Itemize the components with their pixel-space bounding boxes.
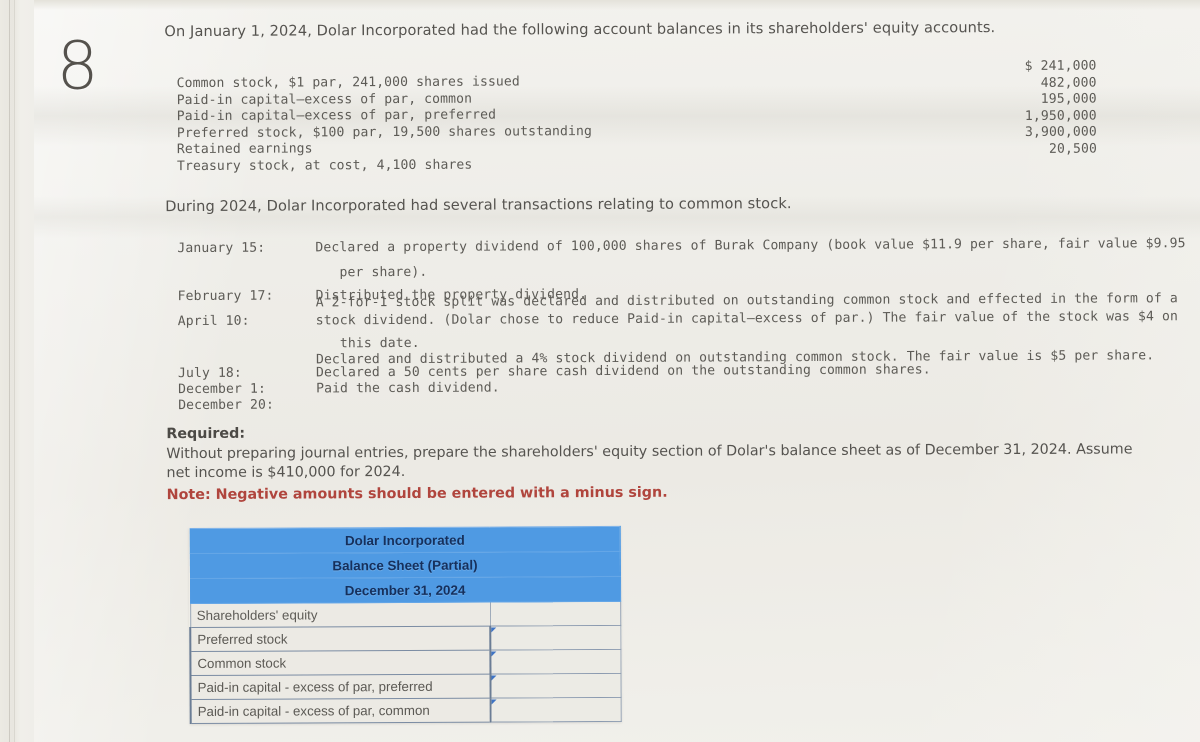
balance-sheet-company-name: Dolar Incorporated <box>189 526 620 554</box>
during-paragraph: During 2024, Dolar Incorporated had seve… <box>165 195 792 216</box>
balance-sheet-title-row-statement: Balance Sheet (Partial) <box>189 551 621 579</box>
opening-balances-table: Common stock, $1 par, 241,000 shares iss… <box>176 59 1097 174</box>
row-label-paid-in-capital-common: Paid-in capital - excess of par, common <box>190 698 491 724</box>
table-row[interactable]: Common stock <box>190 649 621 676</box>
transaction-text: Paid the cash dividend. <box>316 380 500 397</box>
balance-sheet-title-row-date: December 31, 2024 <box>190 576 621 604</box>
balance-sheet-statement-name: Balance Sheet (Partial) <box>189 551 621 579</box>
required-section: Required: Without preparing journal entr… <box>166 420 1176 505</box>
transaction-date: December 20: <box>178 397 275 414</box>
row-label-common-stock: Common stock <box>190 650 491 676</box>
balance-amount: 195,000 <box>1040 91 1097 107</box>
table-row[interactable]: Paid-in capital - excess of par, common <box>190 697 621 724</box>
page-number: 8 <box>56 27 99 105</box>
balance-amount: $ 241,000 <box>1024 58 1097 74</box>
table-row: Shareholders' equity <box>190 601 621 628</box>
row-input-common-stock[interactable] <box>490 649 621 675</box>
transaction-date: July 18: <box>177 365 242 382</box>
table-row[interactable]: Paid-in capital - excess of par, preferr… <box>190 673 621 700</box>
row-input-paid-in-capital-preferred[interactable] <box>490 673 621 699</box>
transaction-text: stock dividend. (Dolar chose to reduce P… <box>315 309 1178 329</box>
intro-paragraph: On January 1, 2024, Dolar Incorporated h… <box>164 19 996 41</box>
row-input-preferred-stock[interactable] <box>490 625 621 651</box>
transaction-text: Declared a 50 cents per share cash divid… <box>315 362 931 381</box>
balance-amount: 3,900,000 <box>1024 124 1097 140</box>
balance-row: Treasury stock, at cost, 4,100 shares 20… <box>176 141 1097 174</box>
balance-sheet-form[interactable]: Dolar Incorporated Balance Sheet (Partia… <box>189 526 621 724</box>
transaction-text: per share). <box>339 264 428 281</box>
transactions-list: January 15: Declared a property dividend… <box>177 236 1185 414</box>
row-label-paid-in-capital-preferred: Paid-in capital - excess of par, preferr… <box>190 674 491 700</box>
row-label-shareholders-equity: Shareholders' equity <box>190 602 491 628</box>
balance-sheet-table[interactable]: Dolar Incorporated Balance Sheet (Partia… <box>189 526 621 724</box>
transaction-date: January 15: <box>177 240 266 257</box>
problem-content: On January 1, 2024, Dolar Incorporated h… <box>162 0 1185 503</box>
required-body-line-2: net income is $410,000 for 2024. <box>166 463 406 482</box>
table-row[interactable]: Preferred stock <box>190 625 621 652</box>
balance-amount: 482,000 <box>1040 75 1097 91</box>
transaction-text: this date. <box>339 335 420 352</box>
balance-label: Treasury stock, at cost, 4,100 shares <box>176 157 473 174</box>
row-input-paid-in-capital-common[interactable] <box>490 697 621 723</box>
balance-label: Retained earnings <box>176 141 313 158</box>
transaction-text: A 2-for-1 stock split was declared and d… <box>315 291 1178 311</box>
transaction-text: Declared a property dividend of 100,000 … <box>315 236 1186 256</box>
balance-sheet-title-row-company: Dolar Incorporated <box>189 526 620 554</box>
page-top-edge <box>0 0 1200 10</box>
transaction-date: April 10: <box>177 313 250 330</box>
page-left-binding-edge <box>0 0 34 742</box>
transaction-date: December 1: <box>178 381 266 398</box>
balance-amount: 20,500 <box>1048 141 1097 157</box>
row-label-preferred-stock: Preferred stock <box>190 626 491 652</box>
required-note: Note: Negative amounts should be entered… <box>166 484 668 503</box>
balance-amount: 1,950,000 <box>1024 108 1097 124</box>
transaction-date: February 17: <box>177 288 274 305</box>
balance-sheet-date: December 31, 2024 <box>190 576 621 604</box>
row-value-shareholders-equity <box>490 601 621 627</box>
